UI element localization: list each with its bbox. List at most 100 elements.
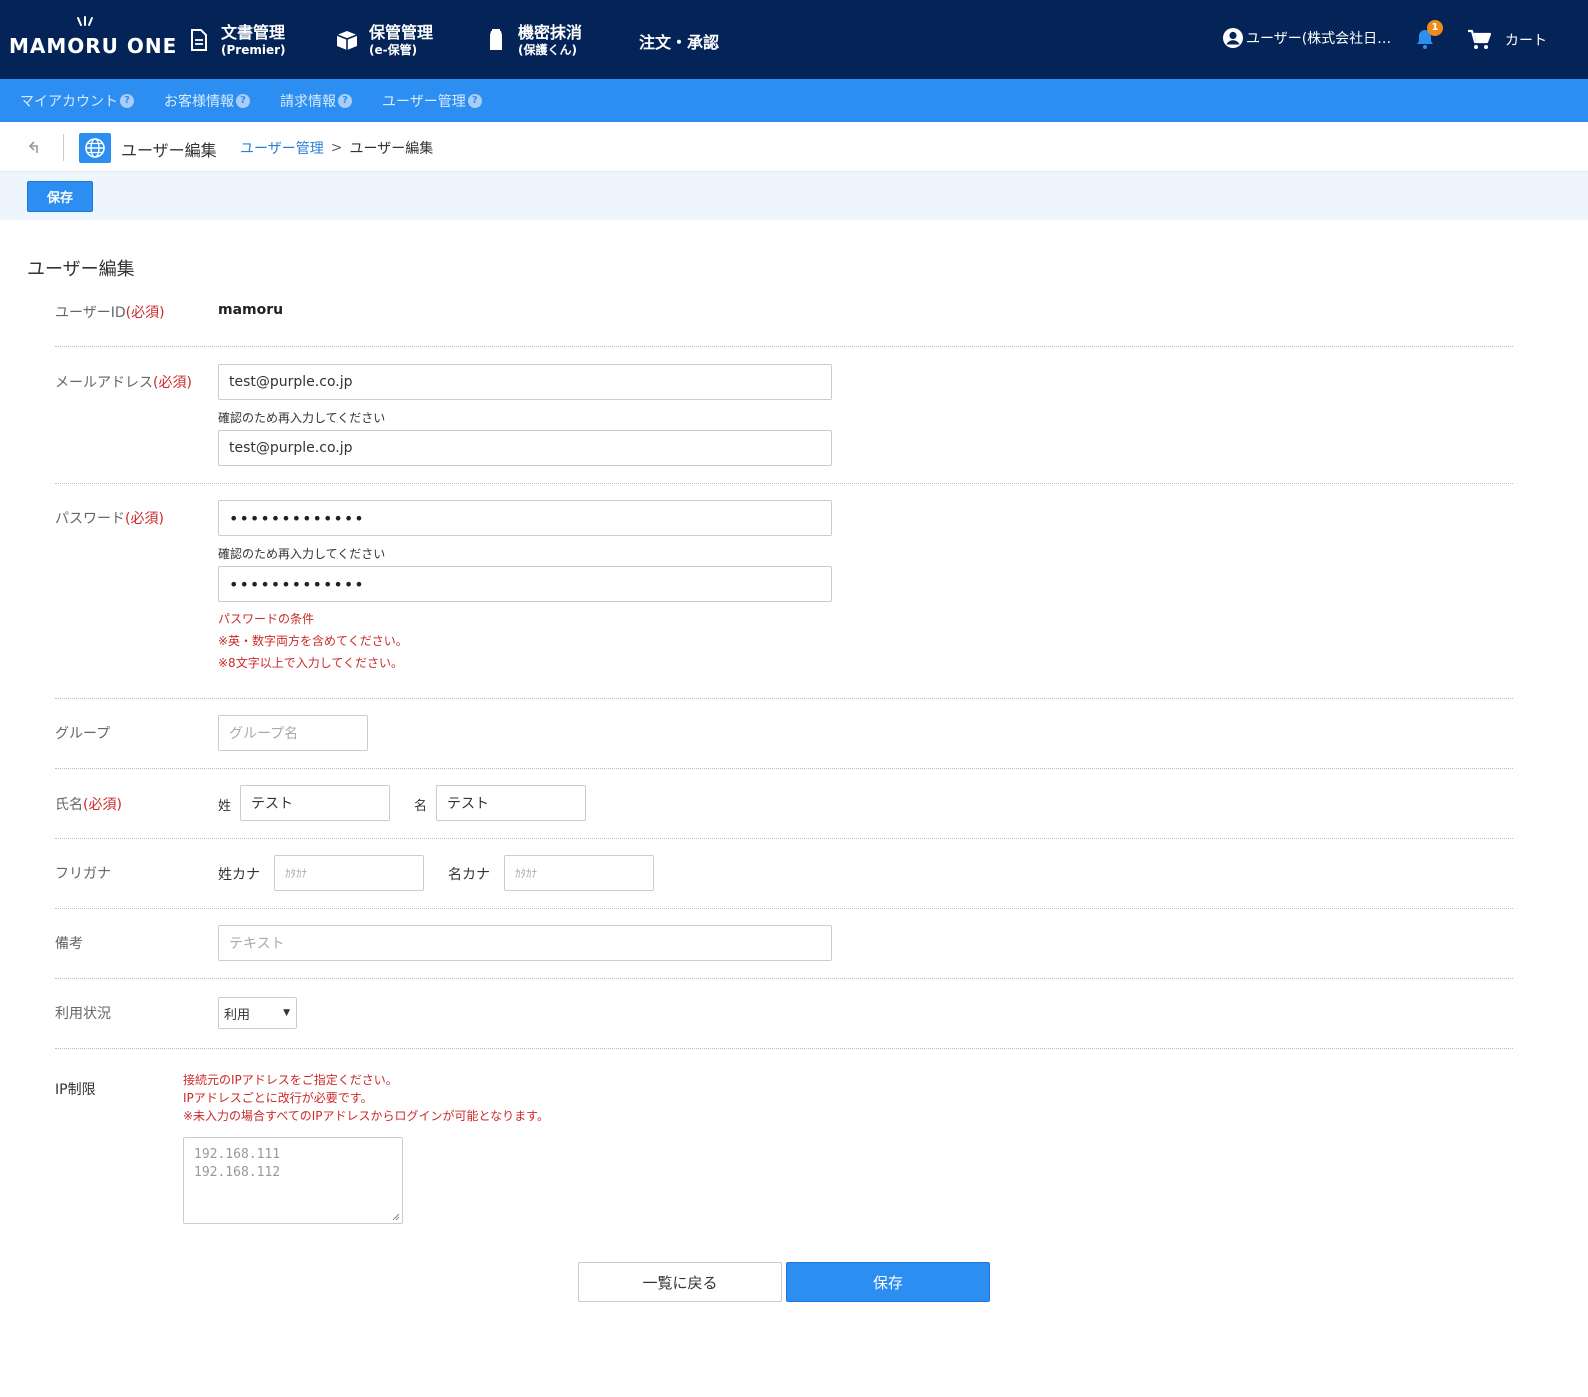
breadcrumb-bar: ユーザー編集 ユーザー管理 > ユーザー編集	[0, 122, 1588, 172]
nav-storage-management[interactable]: 保管管理 (e-保管)	[335, 18, 433, 62]
nav-document-management[interactable]: 文書管理 (Premier)	[187, 18, 286, 62]
nav-disposal-sub: (保護くん)	[518, 42, 577, 57]
required-mark: (必須)	[153, 375, 192, 391]
back-to-list-button[interactable]: 一覧に戻る	[578, 1262, 782, 1302]
user-id-label: ユーザーID(必須)	[55, 305, 165, 321]
shredder-icon	[484, 27, 508, 53]
notes-label: 備考	[55, 936, 83, 952]
help-icon[interactable]: ?	[338, 93, 352, 108]
cart-link[interactable]: カート	[1467, 29, 1547, 51]
nav-disposal-main: 機密抹消	[518, 22, 583, 42]
nav-storage-main: 保管管理	[369, 22, 434, 42]
breadcrumb-user-management-link[interactable]: ユーザー管理	[240, 138, 324, 158]
user-name: ユーザー(株式会社日…	[1246, 31, 1392, 47]
resize-handle-icon[interactable]	[392, 1213, 400, 1221]
first-name-label: 名	[414, 799, 428, 814]
nav-storage-sub: (e-保管)	[369, 42, 418, 57]
save-button[interactable]: 保存	[786, 1262, 990, 1302]
last-kana-input[interactable]: ｶﾀｶﾅ	[274, 855, 424, 891]
first-name-input[interactable]: テスト	[436, 785, 586, 821]
password-rules-title: パスワードの条件	[218, 612, 315, 626]
row-divider	[55, 346, 1513, 347]
status-selected-value: 利用	[224, 1007, 251, 1023]
required-mark: (必須)	[83, 797, 122, 813]
toolbar-save-button[interactable]: 保存	[27, 181, 93, 212]
row-divider	[55, 838, 1513, 839]
breadcrumb: ユーザー管理 > ユーザー編集	[240, 138, 433, 158]
required-mark: (必須)	[125, 511, 164, 527]
furigana-label: フリガナ	[55, 866, 111, 882]
divider	[63, 134, 64, 161]
cart-label: カート	[1505, 33, 1547, 49]
user-circle-icon	[1223, 28, 1243, 48]
subnav-label: ユーザー管理	[382, 93, 466, 110]
logo-mark-icon	[77, 16, 93, 26]
document-icon	[187, 27, 211, 53]
nav-document-sub: (Premier)	[221, 42, 286, 57]
back-arrow-icon[interactable]	[28, 138, 46, 156]
subnav-label: 請求情報	[280, 93, 336, 110]
ip-restriction-label: IP制限	[55, 1082, 96, 1098]
email-label: メールアドレス(必須)	[55, 375, 192, 391]
globe-icon	[79, 133, 111, 163]
notes-input[interactable]: テキスト	[218, 925, 832, 961]
caret-down-icon: ▼	[283, 1008, 290, 1018]
box-icon	[335, 27, 359, 53]
ip-note-3: ※未入力の場合すべてのIPアドレスからログインが可能となります。	[183, 1109, 549, 1123]
help-icon[interactable]: ?	[120, 93, 134, 108]
top-navigation-bar: MAMORU ONE 文書管理 (Premier) 保管管理 (e-保管) 機密…	[0, 0, 1588, 79]
ip-note-2: IPアドレスごとに改行が必要です。	[183, 1091, 373, 1105]
last-name-label: 姓	[218, 799, 232, 814]
row-divider	[55, 768, 1513, 769]
row-divider	[55, 1048, 1513, 1049]
help-icon[interactable]: ?	[467, 93, 482, 108]
last-kana-label: 姓カナ	[218, 867, 260, 883]
nav-order-approval[interactable]: 注文・承認	[639, 29, 719, 53]
subnav-my-account[interactable]: マイアカウント ?	[20, 91, 134, 111]
subnav-customer-info[interactable]: お客様情報 ?	[164, 91, 250, 111]
action-toolbar: 保存	[0, 172, 1588, 220]
first-kana-input[interactable]: ｶﾀｶﾅ	[504, 855, 654, 891]
group-label: グループ	[55, 726, 111, 742]
password-rule-2: ※8文字以上で入力してください。	[218, 656, 403, 670]
ip-note-1: 接続元のIPアドレスをご指定ください。	[183, 1073, 398, 1087]
first-kana-label: 名カナ	[448, 867, 490, 883]
ip-placeholder-line: 192.168.112	[194, 1165, 281, 1180]
breadcrumb-separator: >	[330, 140, 343, 156]
status-select[interactable]: 利用 ▼	[218, 997, 297, 1029]
subnav-billing-info[interactable]: 請求情報 ?	[280, 91, 352, 111]
name-label: 氏名(必須)	[55, 797, 122, 813]
email-confirm-input[interactable]: test@purple.co.jp	[218, 430, 832, 466]
user-menu[interactable]: ユーザー(株式会社日…	[1222, 27, 1391, 49]
user-id-value: mamoru	[218, 302, 284, 318]
password-rule-1: ※英・数字両方を含めてください。	[218, 634, 408, 648]
row-divider	[55, 978, 1513, 979]
nav-confidential-disposal[interactable]: 機密抹消 (保護くん)	[484, 18, 582, 62]
breadcrumb-current: ユーザー編集	[349, 141, 434, 157]
logo-text: MAMORU ONE	[9, 34, 178, 58]
password-input[interactable]: •••••••••••••	[218, 500, 832, 536]
status-label: 利用状況	[55, 1006, 111, 1022]
nav-document-main: 文書管理	[221, 22, 286, 42]
group-input[interactable]: グループ名	[218, 715, 368, 751]
password-confirm-input[interactable]: •••••••••••••	[218, 566, 832, 602]
email-confirm-helper: 確認のため再入力してください	[218, 411, 386, 425]
ip-address-textarea[interactable]: 192.168.111 192.168.112	[183, 1137, 403, 1224]
row-divider	[55, 483, 1513, 484]
required-mark: (必須)	[125, 305, 165, 321]
email-input[interactable]: test@purple.co.jp	[218, 364, 832, 400]
logo[interactable]: MAMORU ONE	[9, 14, 176, 64]
password-label: パスワード(必須)	[55, 511, 164, 527]
row-divider	[55, 908, 1513, 909]
subnav-label: お客様情報	[164, 93, 234, 110]
help-icon[interactable]: ?	[236, 93, 250, 108]
notification-badge: 1	[1427, 20, 1443, 36]
last-name-input[interactable]: テスト	[240, 785, 390, 821]
ip-placeholder-line: 192.168.111	[194, 1147, 281, 1162]
subnav-user-management[interactable]: ユーザー管理 ?	[382, 91, 482, 111]
page-title: ユーザー編集	[121, 141, 217, 160]
cart-icon	[1468, 29, 1491, 49]
section-title: ユーザー編集	[27, 259, 135, 280]
subnav-label: マイアカウント	[20, 93, 118, 110]
sub-navigation: マイアカウント ? お客様情報 ? 請求情報 ? ユーザー管理 ?	[0, 79, 1588, 122]
